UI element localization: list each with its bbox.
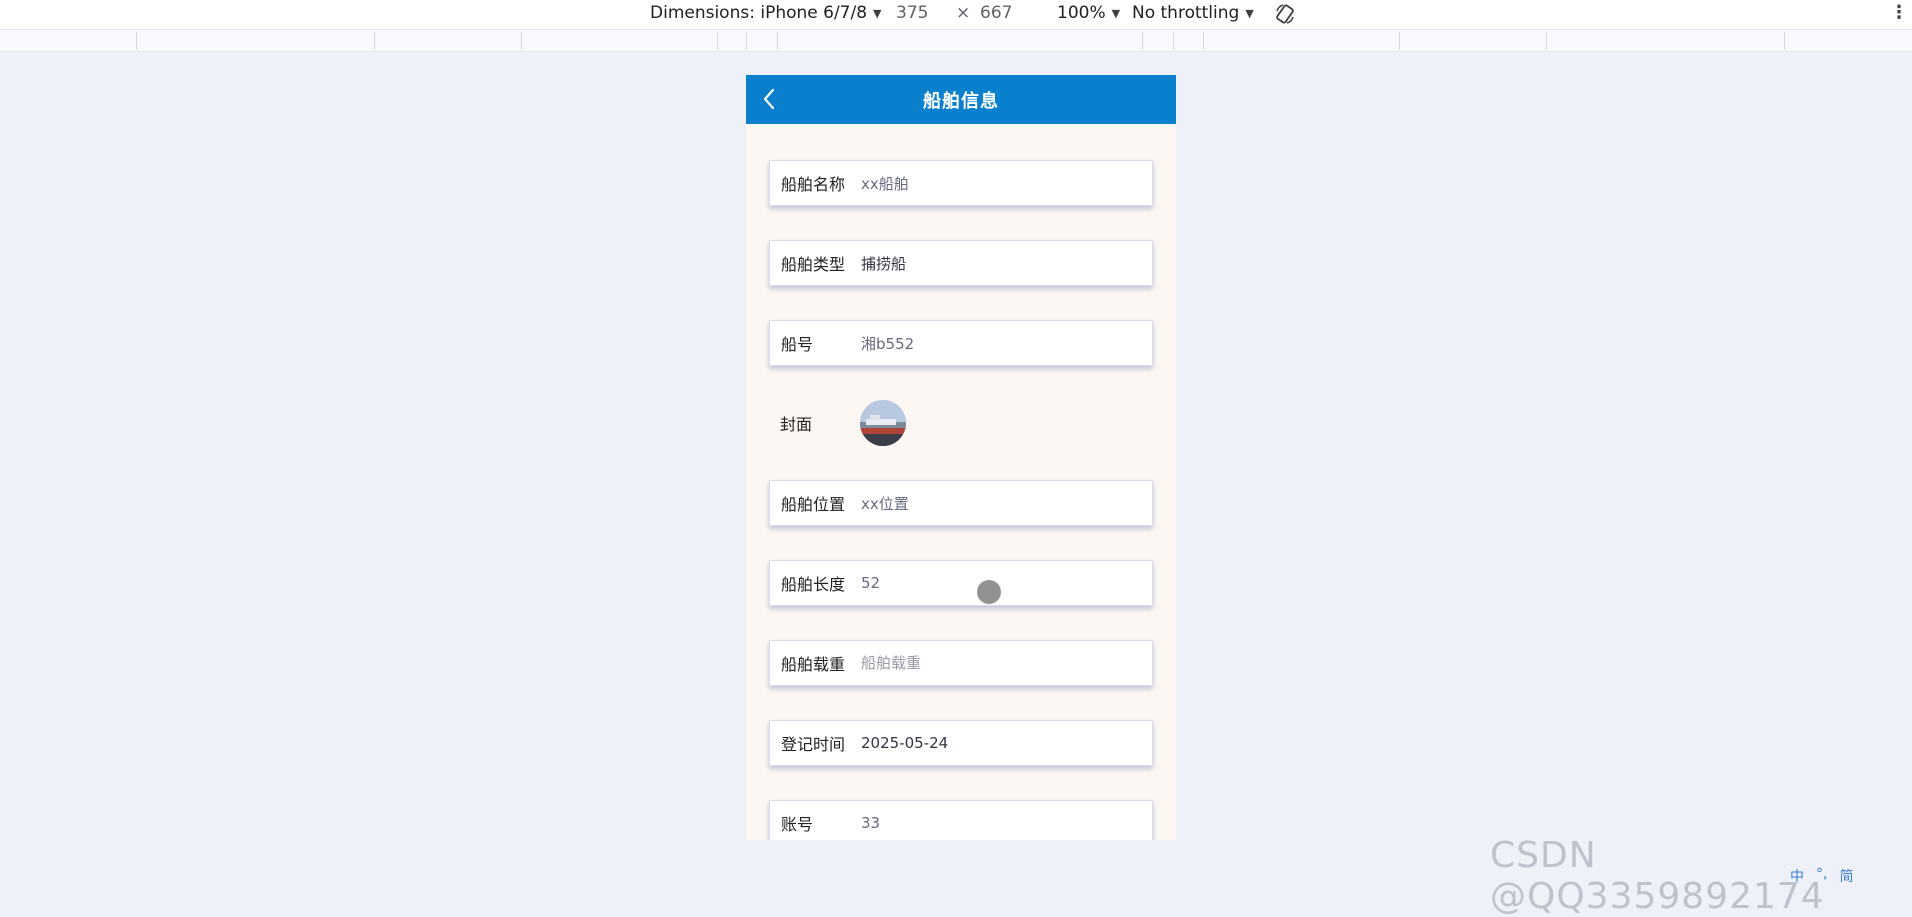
- ship-number-label: 船号: [781, 335, 814, 354]
- ime-lang[interactable]: 中: [1790, 866, 1804, 886]
- throttling-value: No throttling: [1132, 3, 1240, 23]
- ship-name-input[interactable]: [861, 174, 1152, 192]
- register-time-field: 登记时间: [769, 720, 1153, 766]
- account-field: 账号: [769, 800, 1153, 840]
- caret-down-icon: ▼: [873, 6, 882, 20]
- ship-info-form: 船舶名称 船舶类型 船号 封面: [746, 124, 1176, 840]
- ship-number-input[interactable]: [861, 334, 1152, 352]
- device-selector-label: Dimensions: iPhone 6/7/8: [650, 3, 868, 23]
- touch-cursor-indicator: [977, 580, 1001, 604]
- ship-type-label: 船舶类型: [781, 255, 846, 274]
- ship-number-field: 船号: [769, 320, 1153, 366]
- ship-load-label: 船舶载重: [781, 655, 846, 674]
- ship-length-field: 船舶长度: [769, 560, 1153, 606]
- ship-name-label: 船舶名称: [781, 175, 846, 194]
- ime-toolbar[interactable]: 中 °, 简: [1790, 866, 1853, 886]
- device-selector[interactable]: Dimensions: iPhone 6/7/8 ▼: [650, 3, 882, 23]
- dimension-times: ×: [956, 3, 970, 23]
- caret-down-icon: ▼: [1111, 6, 1121, 20]
- ship-load-field: 船舶载重: [769, 640, 1153, 686]
- cover-image[interactable]: [860, 400, 906, 446]
- ship-location-input[interactable]: [861, 494, 1152, 512]
- account-input[interactable]: [861, 814, 1152, 832]
- more-vertical-icon[interactable]: ⋮: [1890, 2, 1908, 23]
- register-time-input[interactable]: [861, 734, 1152, 752]
- ship-type-field: 船舶类型: [769, 240, 1153, 286]
- chevron-left-icon[interactable]: [760, 87, 780, 111]
- ime-mode[interactable]: 简: [1839, 866, 1853, 886]
- devtools-device-toolbar: Dimensions: iPhone 6/7/8 ▼ 375 × 667 100…: [0, 0, 1912, 30]
- width-input[interactable]: 375: [896, 3, 928, 23]
- caret-down-icon: ▼: [1245, 6, 1254, 20]
- height-value: 667: [980, 3, 1013, 23]
- cover-label: 封面: [780, 415, 813, 434]
- throttling-selector[interactable]: No throttling ▼: [1132, 3, 1254, 23]
- ship-location-label: 船舶位置: [781, 495, 846, 514]
- ship-load-input[interactable]: [861, 654, 1152, 672]
- ship-name-field: 船舶名称: [769, 160, 1153, 206]
- account-label: 账号: [781, 815, 814, 834]
- cover-field: 封面: [769, 400, 1153, 446]
- ship-length-label: 船舶长度: [781, 575, 846, 594]
- ship-length-input[interactable]: [861, 574, 1152, 592]
- times-symbol: ×: [956, 3, 971, 23]
- zoom-selector[interactable]: 100% ▼: [1057, 3, 1120, 23]
- app-header: 船舶信息: [746, 75, 1176, 124]
- ship-location-field: 船舶位置: [769, 480, 1153, 526]
- ship-type-input[interactable]: [861, 254, 1152, 272]
- media-query-ruler: [0, 30, 1912, 52]
- page-title: 船舶信息: [923, 90, 999, 112]
- zoom-value: 100%: [1057, 3, 1106, 23]
- rotate-icon[interactable]: [1273, 2, 1297, 26]
- register-time-label: 登记时间: [781, 735, 846, 754]
- ime-punct[interactable]: °,: [1816, 866, 1827, 886]
- device-viewport: 船舶信息 船舶名称 船舶类型 船号 封面: [746, 75, 1176, 840]
- height-input[interactable]: 667: [980, 3, 1012, 23]
- width-value: 375: [896, 3, 929, 23]
